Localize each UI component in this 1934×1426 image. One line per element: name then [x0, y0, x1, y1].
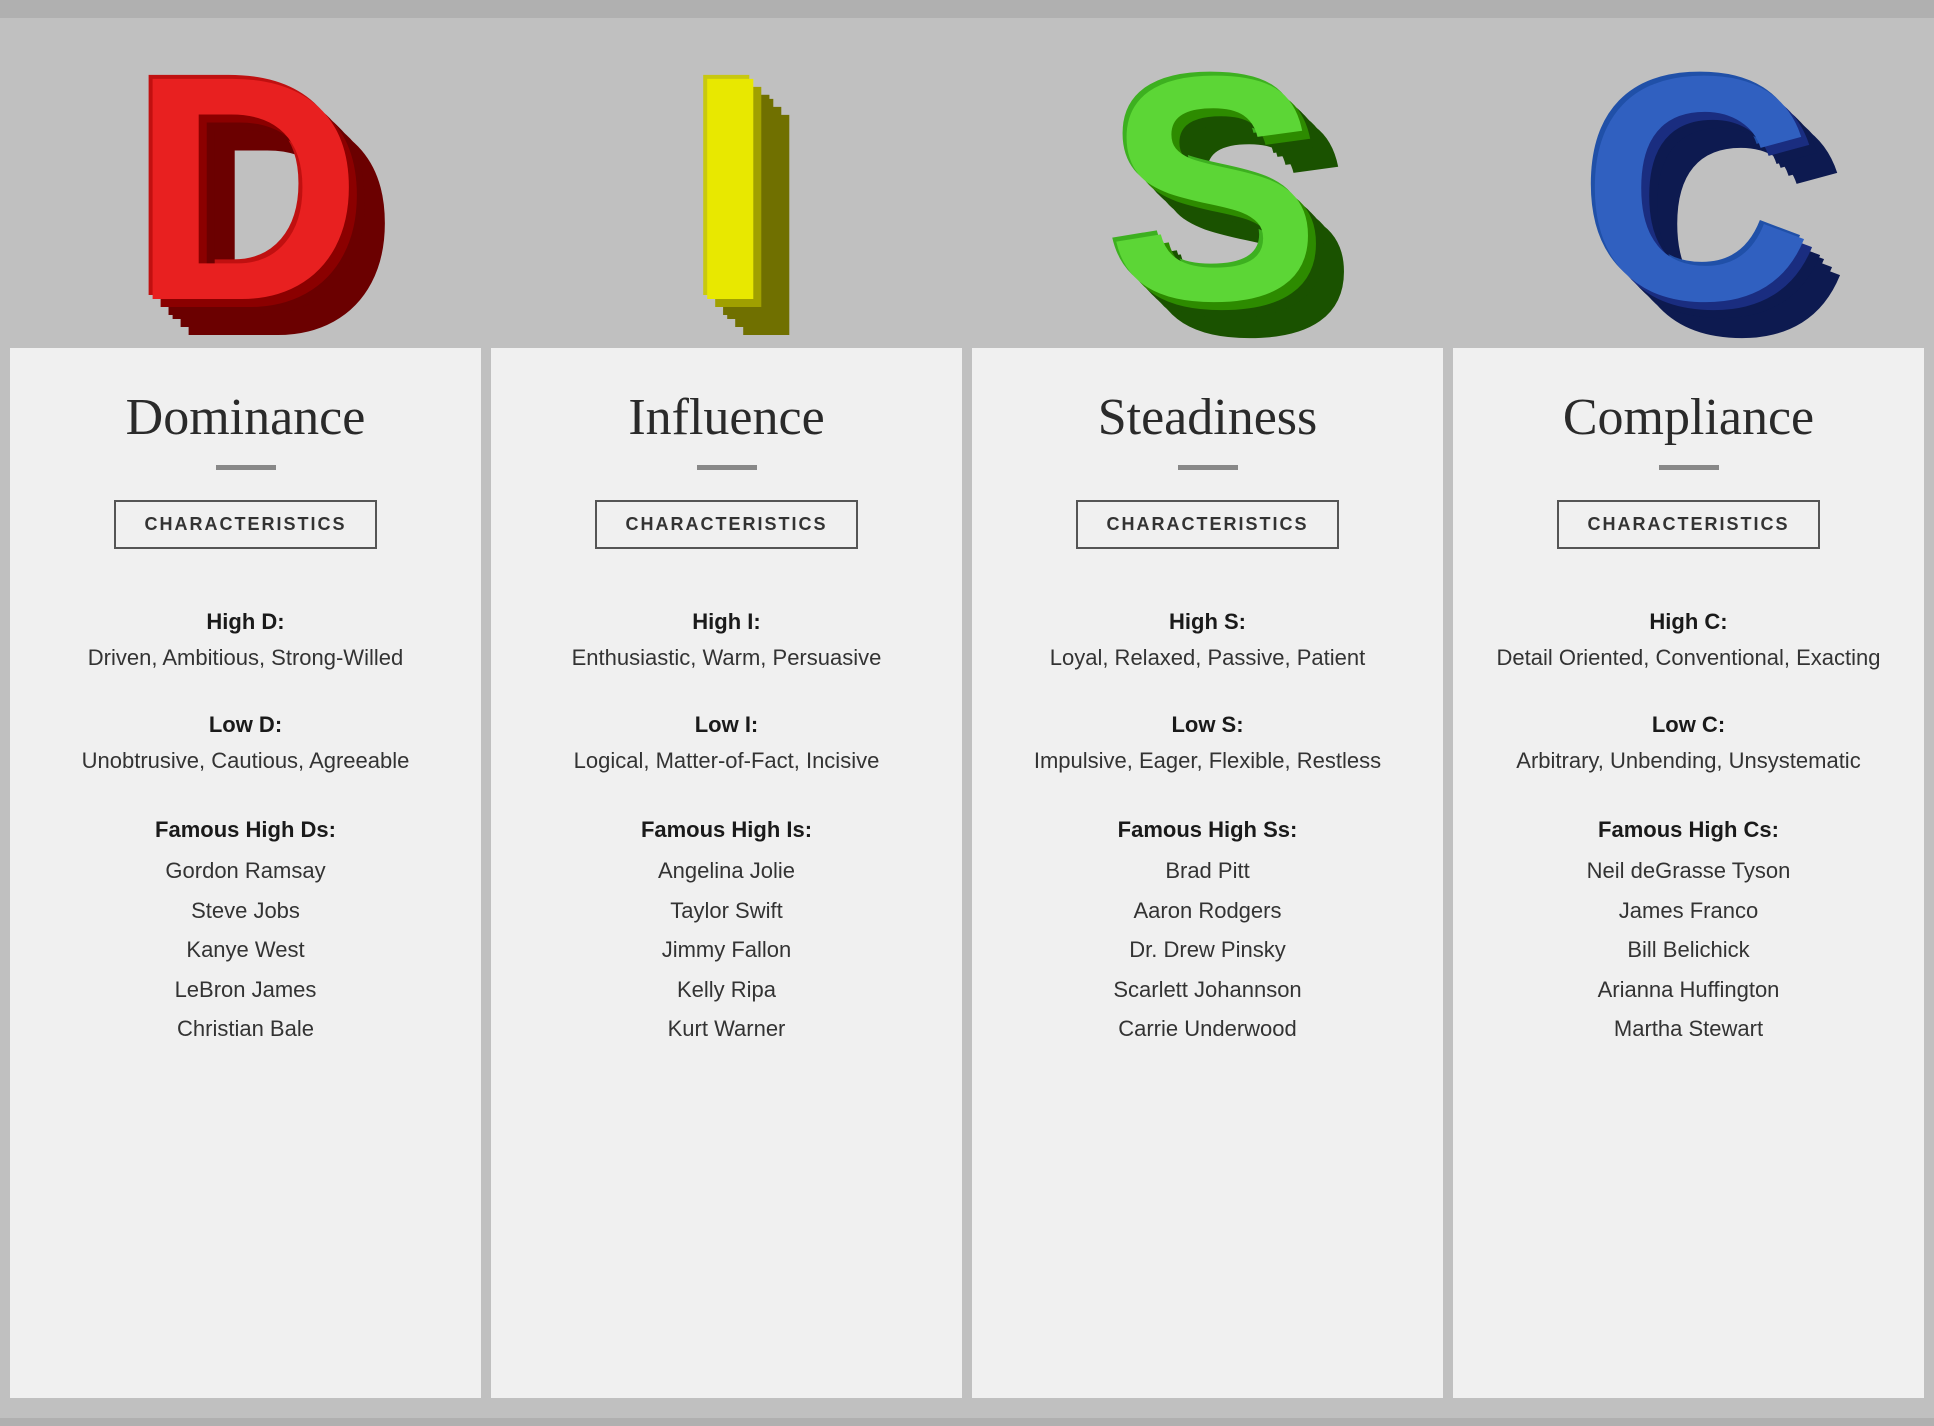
famous-name: James Franco — [1483, 891, 1894, 931]
high-label: High I: — [521, 609, 932, 635]
characteristics-button-influence[interactable]: CHARACTERISTICS — [595, 500, 857, 549]
famous-label: Famous High Is: — [521, 817, 932, 843]
famous-name: Kurt Warner — [521, 1009, 932, 1049]
famous-label: Famous High Ds: — [40, 817, 451, 843]
famous-name: LeBron James — [40, 970, 451, 1010]
high-block: High S: Loyal, Relaxed, Passive, Patient — [1002, 589, 1413, 682]
title-divider — [216, 465, 276, 470]
high-label: High S: — [1002, 609, 1413, 635]
famous-name: Arianna Huffington — [1483, 970, 1894, 1010]
high-values: Detail Oriented, Conventional, Exacting — [1483, 641, 1894, 674]
card-steadiness: Steadiness CHARACTERISTICS High S: Loyal… — [972, 348, 1443, 1398]
characteristics-button-steadiness[interactable]: CHARACTERISTICS — [1076, 500, 1338, 549]
characteristics-button-compliance[interactable]: CHARACTERISTICS — [1557, 500, 1819, 549]
high-label: High D: — [40, 609, 451, 635]
high-values: Loyal, Relaxed, Passive, Patient — [1002, 641, 1413, 674]
letter-s: S — [1107, 28, 1310, 348]
low-block: Low D: Unobtrusive, Cautious, Agreeable — [40, 692, 451, 785]
famous-name: Neil deGrasse Tyson — [1483, 851, 1894, 891]
low-block: Low S: Impulsive, Eager, Flexible, Restl… — [1002, 692, 1413, 785]
card-title-steadiness: Steadiness — [1098, 388, 1318, 447]
letter-i: I — [686, 28, 765, 348]
famous-name: Dr. Drew Pinsky — [1002, 930, 1413, 970]
famous-name: Carrie Underwood — [1002, 1009, 1413, 1049]
low-values: Arbitrary, Unbending, Unsystematic — [1483, 744, 1894, 777]
famous-block: Famous High Ds: Gordon RamsaySteve JobsK… — [40, 795, 451, 1049]
famous-block: Famous High Is: Angelina JolieTaylor Swi… — [521, 795, 932, 1049]
low-label: Low D: — [40, 712, 451, 738]
low-label: Low S: — [1002, 712, 1413, 738]
famous-name: Brad Pitt — [1002, 851, 1413, 891]
high-values: Enthusiastic, Warm, Persuasive — [521, 641, 932, 674]
letter-i-container: I — [484, 18, 968, 348]
card-title-compliance: Compliance — [1563, 388, 1814, 447]
famous-name: Kanye West — [40, 930, 451, 970]
letters-section: D I S C — [0, 18, 1934, 348]
low-label: Low I: — [521, 712, 932, 738]
letter-s-container: S — [967, 18, 1451, 348]
famous-name: Taylor Swift — [521, 891, 932, 931]
card-compliance: Compliance CHARACTERISTICS High C: Detai… — [1453, 348, 1924, 1398]
cards-section: Dominance CHARACTERISTICS High D: Driven… — [0, 348, 1934, 1418]
low-values: Impulsive, Eager, Flexible, Restless — [1002, 744, 1413, 777]
characteristics-button-dominance[interactable]: CHARACTERISTICS — [114, 500, 376, 549]
card-influence: Influence CHARACTERISTICS High I: Enthus… — [491, 348, 962, 1398]
title-divider — [697, 465, 757, 470]
high-block: High I: Enthusiastic, Warm, Persuasive — [521, 589, 932, 682]
famous-name: Jimmy Fallon — [521, 930, 932, 970]
card-dominance: Dominance CHARACTERISTICS High D: Driven… — [10, 348, 481, 1398]
famous-name: Scarlett Johannson — [1002, 970, 1413, 1010]
bottom-border — [0, 1418, 1934, 1426]
title-divider — [1178, 465, 1238, 470]
high-block: High D: Driven, Ambitious, Strong-Willed — [40, 589, 451, 682]
famous-name: Steve Jobs — [40, 891, 451, 931]
famous-block: Famous High Cs: Neil deGrasse TysonJames… — [1483, 795, 1894, 1049]
top-bar — [0, 0, 1934, 18]
high-values: Driven, Ambitious, Strong-Willed — [40, 641, 451, 674]
famous-name: Aaron Rodgers — [1002, 891, 1413, 931]
famous-block: Famous High Ss: Brad PittAaron RodgersDr… — [1002, 795, 1413, 1049]
famous-name: Kelly Ripa — [521, 970, 932, 1010]
low-values: Unobtrusive, Cautious, Agreeable — [40, 744, 451, 777]
high-block: High C: Detail Oriented, Conventional, E… — [1483, 589, 1894, 682]
letter-d-container: D — [0, 18, 484, 348]
high-label: High C: — [1483, 609, 1894, 635]
letter-c: C — [1582, 28, 1803, 348]
card-title-dominance: Dominance — [126, 388, 366, 447]
famous-label: Famous High Ss: — [1002, 817, 1413, 843]
famous-label: Famous High Cs: — [1483, 817, 1894, 843]
letter-d: D — [131, 28, 352, 348]
famous-name: Bill Belichick — [1483, 930, 1894, 970]
famous-name: Christian Bale — [40, 1009, 451, 1049]
low-block: Low I: Logical, Matter-of-Fact, Incisive — [521, 692, 932, 785]
low-label: Low C: — [1483, 712, 1894, 738]
famous-name: Gordon Ramsay — [40, 851, 451, 891]
title-divider — [1659, 465, 1719, 470]
famous-name: Martha Stewart — [1483, 1009, 1894, 1049]
famous-name: Angelina Jolie — [521, 851, 932, 891]
letter-c-container: C — [1451, 18, 1934, 348]
card-title-influence: Influence — [628, 388, 824, 447]
low-block: Low C: Arbitrary, Unbending, Unsystemati… — [1483, 692, 1894, 785]
low-values: Logical, Matter-of-Fact, Incisive — [521, 744, 932, 777]
